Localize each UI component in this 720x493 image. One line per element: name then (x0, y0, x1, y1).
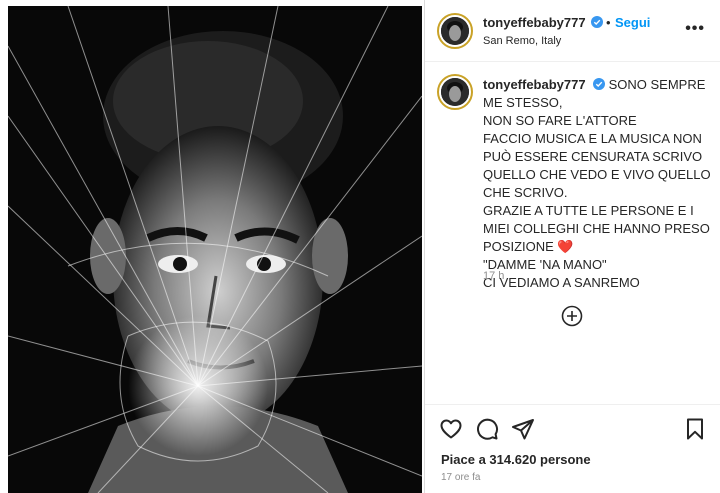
caption-line: PUÒ ESSERE CENSURATA SCRIVO (483, 149, 703, 164)
post-header: tonyeffebaby777 • Segui San Remo, Italy … (425, 0, 720, 62)
author-username[interactable]: tonyeffebaby777 (483, 15, 586, 30)
post-location[interactable]: San Remo, Italy (483, 35, 561, 47)
caption-line: GRAZIE A TUTTE LE PERSONE E I (483, 203, 694, 218)
caption-line: SONO SEMPRE (608, 77, 706, 92)
share-icon[interactable] (511, 417, 535, 441)
caption-comment: tonyeffebaby777 SONO SEMPRE ME STESSO, NO… (425, 62, 720, 392)
post-details-pane: tonyeffebaby777 • Segui San Remo, Italy … (424, 0, 720, 493)
separator-dot: • (606, 15, 611, 30)
comment-icon[interactable] (475, 417, 499, 441)
caption-line: CI VEDIAMO A SANREMO (483, 275, 640, 290)
verified-badge-icon (591, 16, 603, 28)
caption-line: FACCIO MUSICA E LA MUSICA NON (483, 131, 702, 146)
post-age[interactable]: 17 ore fa (441, 472, 480, 483)
caption-line: POSIZIONE ❤️ (483, 239, 574, 254)
caption-line: QUELLO CHE VEDO E VIVO QUELLO (483, 167, 711, 182)
likes-count[interactable]: Piace a 314.620 persone (441, 452, 591, 467)
caption-line: CHE SCRIVO. (483, 185, 568, 200)
caption-line: "DAMME 'NA MANO" (483, 257, 607, 272)
verified-badge-icon (592, 78, 605, 90)
caption-line: ME STESSO, (483, 95, 563, 110)
caption-author-avatar[interactable] (437, 74, 473, 110)
post-photo[interactable] (8, 6, 422, 493)
caption-line: MIEI COLLEGHI CHE HANNO PRESO (483, 221, 710, 236)
caption-timestamp[interactable]: 17 h (483, 270, 504, 282)
author-avatar[interactable] (437, 13, 473, 49)
caption-text: tonyeffebaby777 SONO SEMPRE ME STESSO, NO… (483, 76, 713, 292)
more-options-icon[interactable]: ••• (685, 20, 705, 38)
add-circle-icon[interactable] (561, 305, 583, 327)
bookmark-icon[interactable] (683, 417, 707, 441)
caption-line: NON SO FARE L'ATTORE (483, 113, 637, 128)
heart-icon[interactable] (439, 417, 463, 441)
photo-image (8, 6, 422, 493)
follow-button[interactable]: Segui (615, 15, 650, 30)
caption-author-username[interactable]: tonyeffebaby777 (483, 77, 586, 92)
instagram-post-window: tonyeffebaby777 • Segui San Remo, Italy … (0, 0, 720, 493)
action-bar (425, 404, 720, 448)
